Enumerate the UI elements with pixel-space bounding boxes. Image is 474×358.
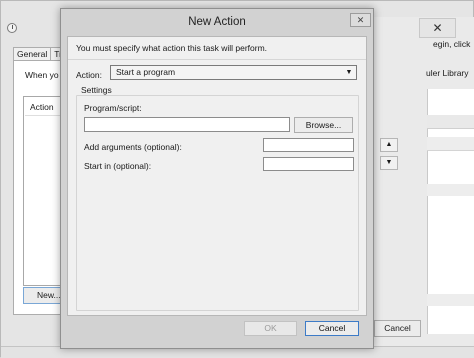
move-up-button[interactable]: ▲: [380, 138, 398, 152]
program-script-input[interactable]: [84, 117, 290, 132]
arguments-label: Add arguments (optional):: [84, 142, 182, 152]
task-scheduler-clock-icon: [7, 23, 17, 33]
move-down-button[interactable]: ▼: [380, 156, 398, 170]
background-instruction-text: egin, click: [433, 39, 471, 49]
background-close-button[interactable]: ✕: [419, 18, 456, 38]
start-in-label: Start in (optional):: [84, 161, 152, 171]
down-arrow-icon: ▼: [385, 159, 393, 166]
close-icon: ✕: [356, 15, 365, 25]
actions-list[interactable]: Action: [23, 96, 63, 286]
dialog-close-button[interactable]: ✕: [350, 13, 371, 27]
background-cancel-button[interactable]: Cancel: [374, 320, 421, 337]
start-in-input[interactable]: [263, 157, 354, 171]
settings-group-label: Settings: [81, 85, 112, 95]
background-tab-strip: General Tr: [13, 47, 66, 61]
dialog-title: New Action: [188, 16, 246, 28]
background-library-text: uler Library: [426, 68, 469, 78]
dialog-instruction: You must specify what action this task w…: [76, 43, 268, 53]
background-list-row: [427, 294, 474, 306]
tab-general[interactable]: General: [13, 47, 52, 61]
background-list-row: [427, 115, 474, 129]
new-action-button[interactable]: New...: [23, 287, 63, 304]
dialog-body: You must specify what action this task w…: [67, 36, 367, 316]
cancel-button[interactable]: Cancel: [305, 321, 359, 336]
up-arrow-icon: ▲: [385, 141, 393, 148]
divider: [68, 59, 366, 60]
browse-button[interactable]: Browse...: [294, 117, 353, 133]
action-dropdown-value: Start a program: [116, 67, 176, 77]
action-dropdown[interactable]: Start a program ▼: [110, 65, 357, 80]
new-action-dialog: New Action ✕ You must specify what actio…: [60, 8, 374, 349]
background-when-text: When yo: [25, 70, 59, 80]
background-list-row: [427, 137, 474, 151]
ok-button[interactable]: OK: [244, 321, 297, 336]
action-label: Action:: [76, 70, 102, 80]
actions-list-header[interactable]: Action: [25, 98, 63, 116]
background-list-row: [427, 184, 474, 196]
chevron-down-icon: ▼: [345, 69, 353, 76]
program-script-label: Program/script:: [84, 103, 142, 113]
arguments-input[interactable]: [263, 138, 354, 152]
